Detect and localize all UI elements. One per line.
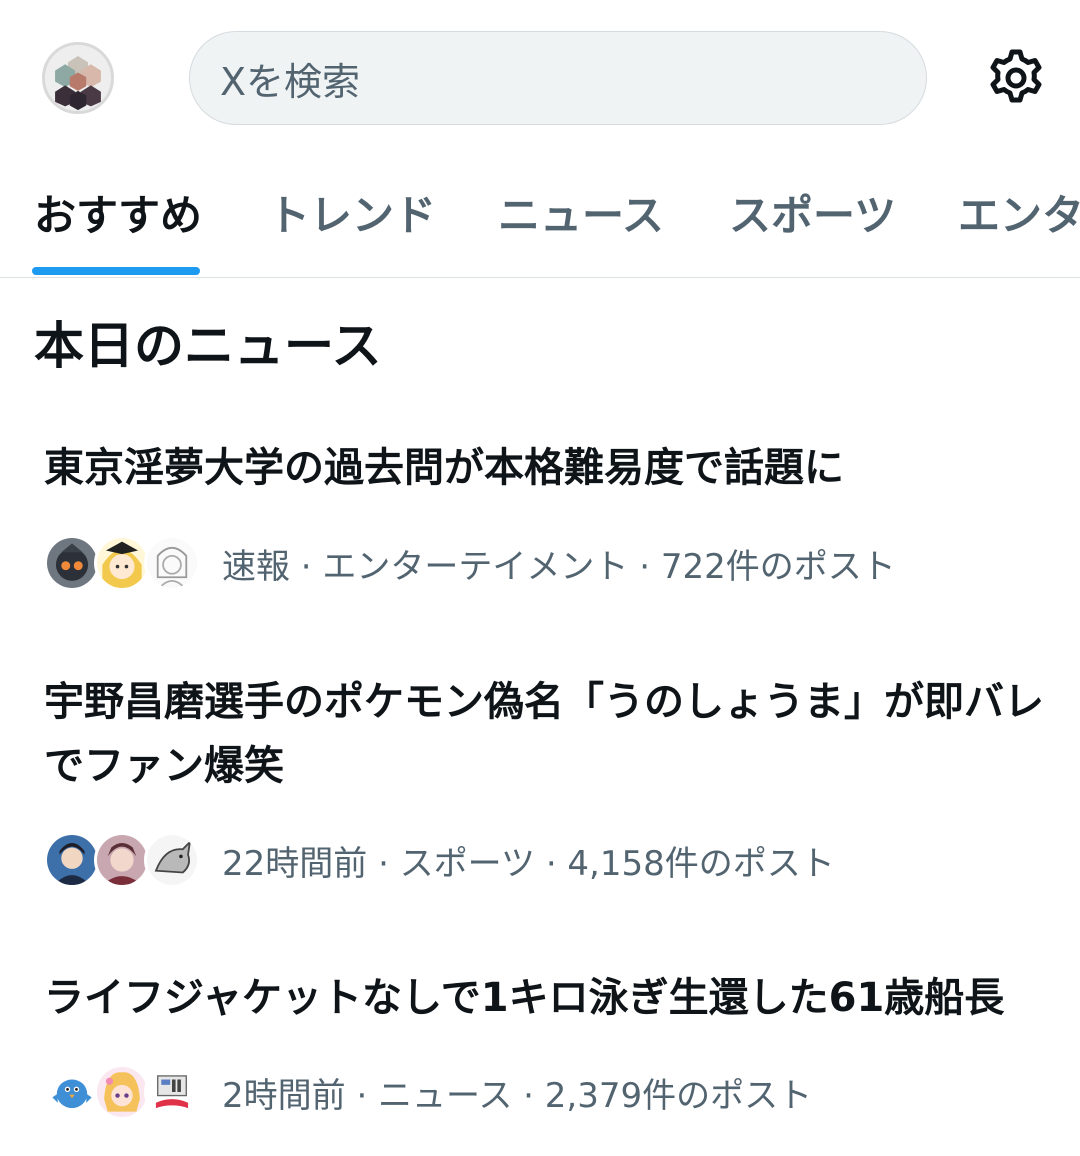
- poster-avatars: [44, 533, 204, 593]
- gear-icon: [990, 49, 1042, 103]
- tab-entertainment[interactable]: エンタ: [958, 160, 1080, 276]
- poster-avatar: [94, 535, 150, 591]
- avatar-flower-icon: [45, 45, 111, 111]
- account-avatar[interactable]: [42, 42, 114, 114]
- news-title: ライフジャケットなしで1キロ泳ぎ生還した61歳船長: [44, 975, 1005, 1021]
- tab-bar: おすすめ トレンド ニュース スポーツ エンタ: [0, 160, 1080, 278]
- news-item[interactable]: 東京淫夢大学の過去問が本格難易度で話題に 速報 · エンターテイメント · 72…: [0, 430, 1080, 620]
- tab-recommended[interactable]: おすすめ: [34, 160, 202, 276]
- poster-avatar: [94, 832, 150, 888]
- section-title: 本日のニュース: [34, 317, 382, 375]
- news-item[interactable]: 宇野昌磨選手のポケモン偽名「うのしょうま」が即バレでファン爆笑 22時間前 · …: [0, 668, 1080, 918]
- poster-avatar: [144, 832, 200, 888]
- news-title: 東京淫夢大学の過去問が本格難易度で話題に: [44, 445, 844, 491]
- news-meta-text: 2時間前 · ニュース · 2,379件のポスト: [222, 1075, 813, 1116]
- poster-avatar: [44, 535, 100, 591]
- search-input[interactable]: Xを検索: [189, 31, 927, 125]
- tab-sports[interactable]: スポーツ: [729, 160, 896, 276]
- news-item[interactable]: ライフジャケットなしで1キロ泳ぎ生還した61歳船長 2時間前 · ニュース · …: [0, 966, 1080, 1126]
- news-meta-text: 22時間前 · スポーツ · 4,158件のポスト: [222, 843, 835, 884]
- poster-avatar: [144, 1064, 200, 1120]
- news-title: 宇野昌磨選手のポケモン偽名「うのしょうま」が即バレでファン爆笑: [44, 679, 1044, 789]
- poster-avatar: [144, 535, 200, 591]
- tab-trending[interactable]: トレンド: [268, 160, 436, 276]
- search-placeholder: Xを検索: [220, 59, 361, 104]
- active-tab-indicator: [32, 267, 200, 275]
- tab-news[interactable]: ニュース: [498, 160, 664, 276]
- poster-avatar: [94, 1064, 150, 1120]
- news-meta-text: 速報 · エンターテイメント · 722件のポスト: [222, 546, 896, 587]
- news-meta: 2時間前 · ニュース · 2,379件のポスト: [44, 1062, 812, 1122]
- poster-avatar: [44, 1064, 100, 1120]
- poster-avatars: [44, 1062, 204, 1122]
- news-meta: 22時間前 · スポーツ · 4,158件のポスト: [44, 830, 835, 890]
- top-header: Xを検索: [0, 0, 1080, 150]
- poster-avatars: [44, 830, 204, 890]
- news-meta: 速報 · エンターテイメント · 722件のポスト: [44, 533, 896, 593]
- settings-button[interactable]: [984, 46, 1048, 110]
- poster-avatar: [44, 832, 100, 888]
